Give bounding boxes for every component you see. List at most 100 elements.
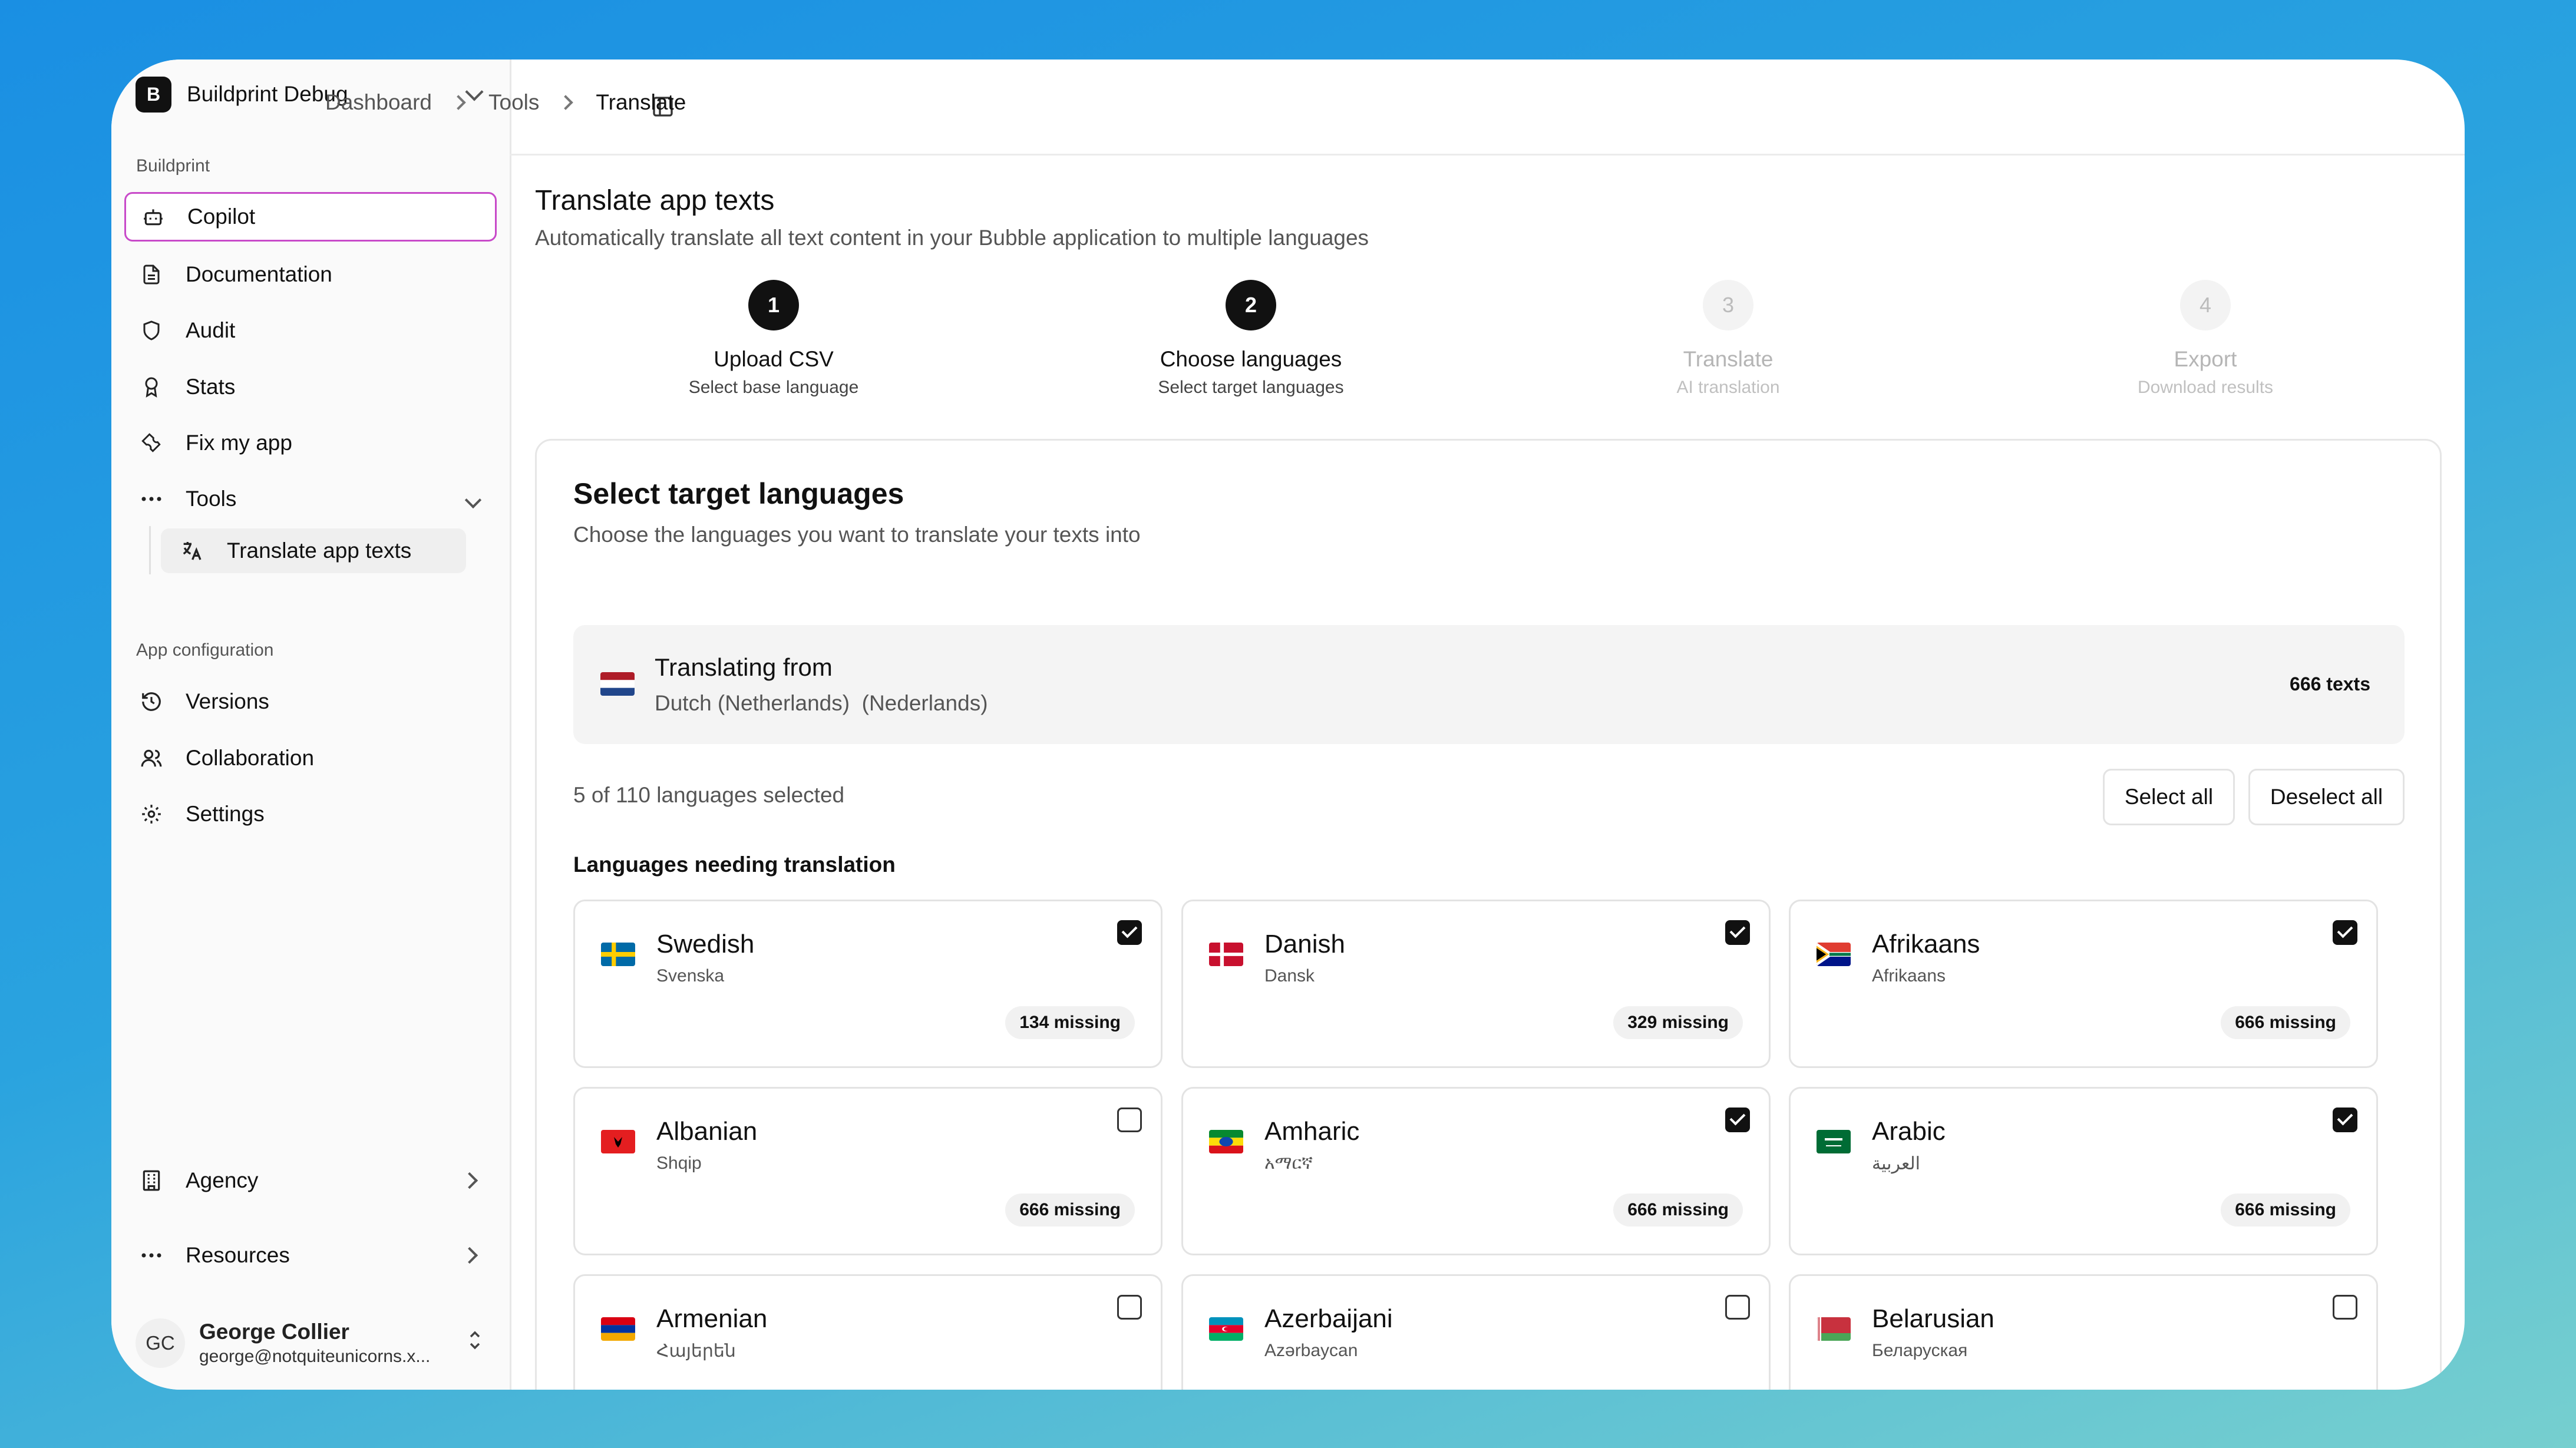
app-window: B Buildprint Debug Buildprint Copilot Do…	[111, 59, 2465, 1390]
language-native-name: Afrikaans	[1872, 966, 1946, 986]
sidebar-item-documentation[interactable]: Documentation	[124, 250, 497, 299]
workspace-name: Buildprint Debug	[187, 82, 348, 106]
language-native-name: Беларуская	[1872, 1341, 1968, 1360]
sidebar-item-stats[interactable]: Stats	[124, 362, 497, 412]
card-subtitle: Choose the languages you want to transla…	[573, 523, 1141, 547]
wrench-icon	[138, 430, 164, 456]
language-checkbox[interactable]	[1117, 920, 1142, 945]
language-name: Arabic	[1872, 1117, 1946, 1146]
language-name: Armenian	[656, 1304, 768, 1333]
language-card-albanian[interactable]: Albanian Shqip 666 missing	[573, 1087, 1162, 1255]
step-title: Translate	[1683, 347, 1774, 371]
sidebar-item-label: Tools	[186, 487, 237, 511]
sweden-flag-icon	[601, 943, 635, 966]
sidebar-item-collaboration[interactable]: Collaboration	[124, 733, 497, 783]
language-card-armenian[interactable]: Armenian Հայերեն	[573, 1274, 1162, 1390]
history-icon	[138, 689, 164, 715]
language-name: Amharic	[1264, 1117, 1360, 1146]
users-icon	[138, 745, 164, 771]
breadcrumb: Dashboard Tools Translate	[325, 90, 686, 115]
south-africa-flag-icon	[1817, 943, 1851, 966]
card-title: Select target languages	[573, 477, 904, 510]
language-card-swedish[interactable]: Swedish Svenska 134 missing	[573, 900, 1162, 1068]
language-native-name: العربية	[1872, 1154, 1920, 1173]
language-card-arabic[interactable]: Arabic العربية 666 missing	[1789, 1087, 2378, 1255]
translating-from-panel: Translating from Dutch (Netherlands) (Ne…	[573, 625, 2405, 744]
azerbaijan-flag-icon	[1209, 1317, 1243, 1341]
award-icon	[138, 374, 164, 400]
user-menu[interactable]: GC George Collier george@notquiteunicorn…	[136, 1311, 489, 1376]
step-title: Upload CSV	[714, 347, 834, 371]
step-title: Export	[2174, 347, 2237, 371]
ethiopia-flag-icon	[1209, 1130, 1243, 1153]
missing-badge: 666 missing	[2221, 1194, 2350, 1226]
language-native-name: Azərbaycan	[1264, 1341, 1358, 1360]
language-card-belarusian[interactable]: Belarusian Беларуская	[1789, 1274, 2378, 1390]
select-all-button[interactable]: Select all	[2103, 769, 2235, 825]
sidebar-item-fix-my-app[interactable]: Fix my app	[124, 418, 497, 468]
chevron-right-icon	[461, 1172, 478, 1189]
top-bar	[510, 59, 2465, 156]
language-name: Danish	[1264, 930, 1345, 958]
language-checkbox[interactable]	[1117, 1295, 1142, 1320]
section-label-app-configuration: App configuration	[136, 640, 274, 660]
section-label-buildprint: Buildprint	[136, 156, 210, 176]
sidebar-item-label: Audit	[186, 318, 236, 342]
language-checkbox[interactable]	[2333, 920, 2357, 945]
sidebar-item-copilot[interactable]: Copilot	[124, 192, 497, 242]
chevron-right-icon	[461, 1247, 478, 1264]
language-name: Afrikaans	[1872, 930, 1980, 958]
step-upload-csv: 1 Upload CSV Select base language	[626, 280, 921, 398]
armenia-flag-icon	[601, 1317, 635, 1341]
step-number: 3	[1703, 280, 1753, 330]
more-icon	[138, 1242, 164, 1268]
missing-badge: 666 missing	[1613, 1194, 1743, 1226]
sidebar-item-label: Settings	[186, 802, 265, 826]
language-native-name: Svenska	[656, 966, 725, 986]
language-card-amharic[interactable]: Amharic አማርኛ 666 missing	[1181, 1087, 1771, 1255]
language-checkbox[interactable]	[2333, 1295, 2357, 1320]
breadcrumb-dashboard[interactable]: Dashboard	[325, 90, 432, 115]
sidebar-item-audit[interactable]: Audit	[124, 306, 497, 355]
user-email: george@notquiteunicorns.x...	[199, 1347, 431, 1366]
albania-flag-icon	[601, 1130, 635, 1153]
sidebar-item-agency[interactable]: Agency	[124, 1156, 497, 1205]
deselect-all-button[interactable]: Deselect all	[2248, 769, 2405, 825]
translating-from-title: Translating from	[655, 653, 833, 681]
robot-icon	[140, 204, 166, 230]
step-subtitle: Select base language	[688, 378, 859, 397]
denmark-flag-icon	[1209, 943, 1243, 966]
language-native-name: Հայերեն	[656, 1341, 736, 1361]
language-checkbox[interactable]	[1117, 1108, 1142, 1132]
language-card-danish[interactable]: Danish Dansk 329 missing	[1181, 900, 1771, 1068]
sidebar-item-versions[interactable]: Versions	[124, 677, 497, 726]
language-checkbox[interactable]	[1725, 1108, 1750, 1132]
language-checkbox[interactable]	[1725, 920, 1750, 945]
workspace-logo: B	[136, 76, 171, 113]
sidebar-item-resources[interactable]: Resources	[124, 1231, 497, 1280]
missing-badge: 134 missing	[1005, 1006, 1135, 1039]
step-number: 1	[748, 280, 799, 330]
breadcrumb-tools[interactable]: Tools	[488, 90, 539, 115]
sidebar-item-tools[interactable]: Tools	[124, 474, 497, 524]
step-subtitle: AI translation	[1676, 378, 1780, 397]
sidebar-subitem-translate[interactable]: Translate app texts	[161, 528, 466, 573]
language-checkbox[interactable]	[1725, 1295, 1750, 1320]
page-subtitle: Automatically translate all text content…	[535, 226, 1369, 250]
step-export: 4 Export Download results	[2058, 280, 2353, 398]
chevron-right-icon	[451, 95, 466, 110]
languages-section-heading: Languages needing translation	[573, 852, 896, 877]
language-native-name: አማርኛ	[1264, 1153, 1313, 1173]
language-card-afrikaans[interactable]: Afrikaans Afrikaans 666 missing	[1789, 900, 2378, 1068]
chevron-down-icon	[464, 491, 482, 509]
chevrons-up-down-icon	[468, 1328, 482, 1355]
language-name: Belarusian	[1872, 1304, 1994, 1333]
step-number: 4	[2180, 280, 2231, 330]
language-card-azerbaijani[interactable]: Azerbaijani Azərbaycan	[1181, 1274, 1771, 1390]
sidebar-item-settings[interactable]: Settings	[124, 789, 497, 839]
sidebar-item-label: Resources	[186, 1243, 290, 1267]
language-checkbox[interactable]	[2333, 1108, 2357, 1132]
gear-icon	[138, 801, 164, 827]
language-native-name: Dansk	[1264, 966, 1315, 986]
chevron-right-icon	[558, 95, 574, 110]
